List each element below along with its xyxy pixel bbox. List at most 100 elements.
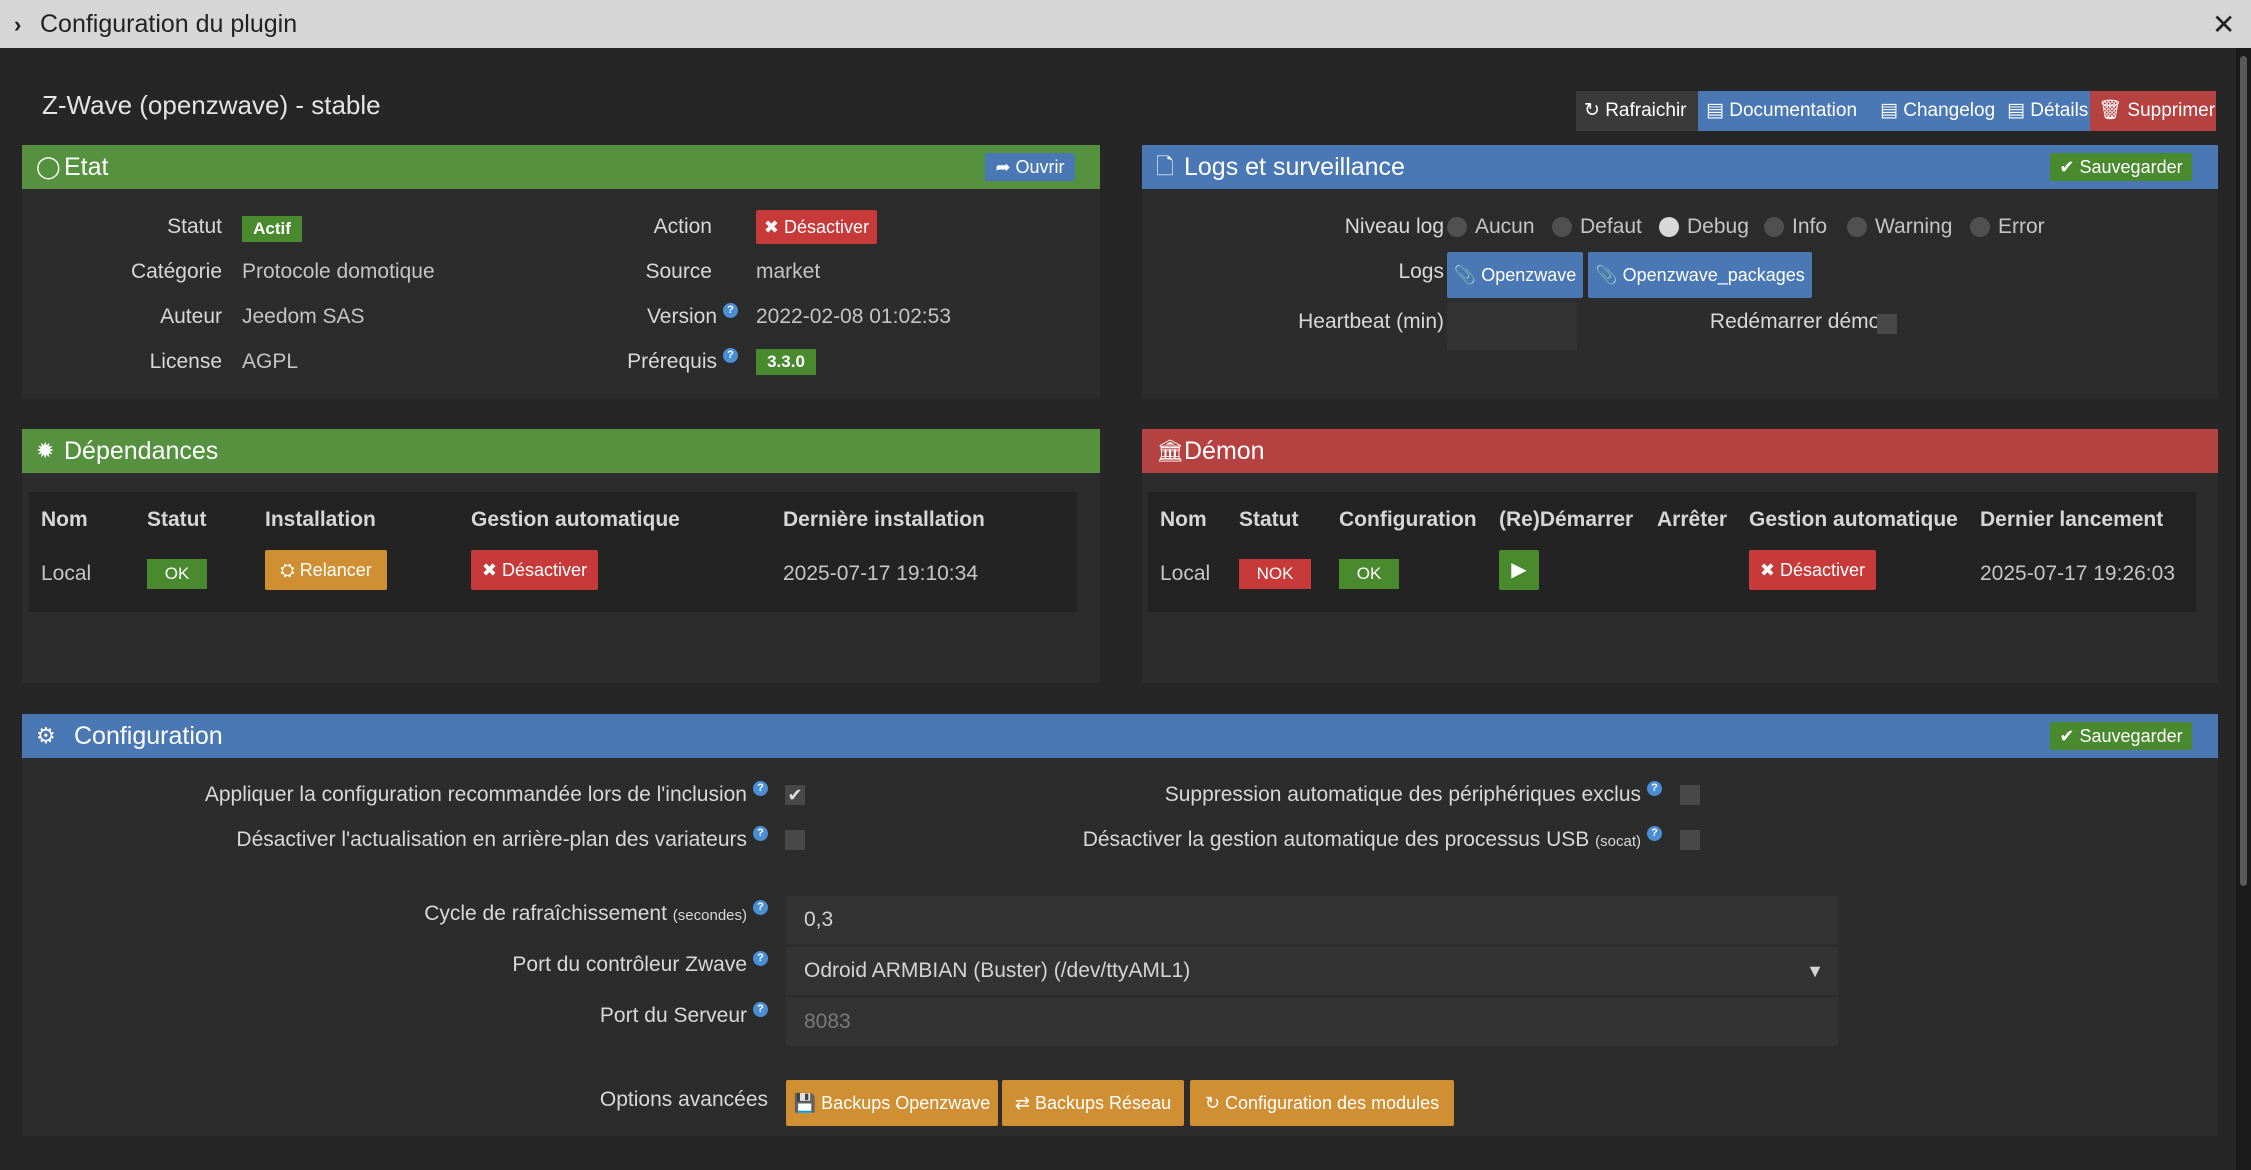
demon-statut-badge: NOK [1239,559,1311,589]
source-value: market [756,260,821,283]
opt-disable-refresh-checkbox[interactable] [785,830,805,850]
refresh-icon: ↻ [1204,1093,1220,1113]
radio-aucun[interactable] [1447,217,1467,237]
radio-warning[interactable] [1847,217,1867,237]
question-icon[interactable]: ? [753,900,768,915]
plugin-title: Z-Wave (openzwave) - stable [42,90,381,120]
config-modules-button[interactable]: ↻ Configuration des modules [1190,1080,1454,1126]
log-openzwave-button[interactable]: 📎 Openzwave [1447,252,1583,298]
col-statut: Statut [147,508,207,531]
x-icon: ✖ [763,217,780,237]
radio-error[interactable] [1970,217,1990,237]
dep-desactiver-button[interactable]: ✖ Désactiver [471,550,598,590]
col-redemarrer: (Re)Démarrer [1499,508,1634,531]
opt-usb-label: Désactiver la gestion automatique des pr… [922,826,1662,852]
university-icon: 🏛 [1156,438,1184,463]
dependances-panel: ✹ Dépendances Nom Statut Installation Ge… [22,429,1100,683]
window-title: Configuration du plugin [40,10,298,38]
version-value: 2022-02-08 01:02:53 [756,305,951,328]
question-icon[interactable]: ? [1647,826,1662,841]
restart-demon-checkbox[interactable] [1877,314,1897,334]
dependances-table: Nom Statut Installation Gestion automati… [29,492,1077,612]
heartbeat-input[interactable] [1447,302,1577,350]
port-select[interactable]: Odroid ARMBIAN (Buster) (/dev/ttyAML1) ▼ [786,947,1838,995]
col-derniere: Dernière installation [783,508,985,531]
question-icon[interactable]: ? [723,303,738,318]
certificate-icon: ✹ [36,438,55,463]
window-title-bar: › Configuration du plugin ✕ [0,0,2251,48]
scrollbar-thumb[interactable] [2240,56,2247,886]
cogs-icon: ⚙ [36,723,56,748]
etat-panel: ◯ Etat ➦ Ouvrir Statut Actif Catégorie P… [22,145,1100,399]
refresh-button[interactable]: ↻ Rafraichir [1576,91,1698,131]
documentation-button[interactable]: ▤ Documentation [1698,91,1872,131]
scrollbar[interactable] [2236,48,2251,1170]
level-info-label: Info [1792,215,1828,238]
paperclip-icon: 📎 [1453,265,1477,285]
categorie-label: Catégorie [130,260,222,283]
book-icon: ▤ [1706,100,1724,121]
action-label: Action [653,215,712,238]
level-defaut-label: Defaut [1580,215,1642,238]
opt-auto-delete-checkbox[interactable] [1680,785,1700,805]
cycle-input[interactable]: 0,3 [786,896,1838,944]
level-error-label: Error [1998,215,2045,238]
backups-reseau-button[interactable]: ⇄ Backups Réseau [1002,1080,1184,1126]
close-icon[interactable]: ✕ [2212,8,2235,41]
log-openzwave-packages-button[interactable]: 📎 Openzwave_packages [1588,252,1812,298]
dependances-header: ✹ Dépendances [22,429,1100,473]
question-icon[interactable]: ? [753,826,768,841]
dep-relancer-button[interactable]: ⛭ Relancer [265,550,387,590]
level-debug-label: Debug [1687,215,1749,238]
radio-defaut[interactable] [1552,217,1572,237]
level-warning-label: Warning [1875,215,1953,238]
prerequis-label: Prérequis? [542,348,738,374]
statut-label: Statut [167,215,222,238]
refresh-icon: ↻ [1584,100,1600,121]
open-button[interactable]: ➦ Ouvrir [985,153,1075,181]
col-gestion: Gestion automatique [1749,508,1958,531]
col-arreter: Arrêter [1657,508,1728,531]
auteur-value: Jeedom SAS [242,305,365,328]
demon-table: Nom Statut Configuration (Re)Démarrer Ar… [1148,492,2196,612]
license-value: AGPL [242,350,299,373]
deactivate-plugin-button[interactable]: ✖ Désactiver [756,210,877,244]
radio-info[interactable] [1764,217,1784,237]
question-icon[interactable]: ? [1647,781,1662,796]
version-label: Version? [542,303,738,329]
demon-desactiver-button[interactable]: ✖ Désactiver [1749,550,1876,590]
bicycle-icon: ⛭ [280,560,295,580]
shuffle-icon: ⇄ [1014,1093,1030,1113]
delete-button[interactable]: 🗑 Supprimer [2090,91,2216,131]
demon-start-button[interactable]: ▶ [1499,550,1539,590]
auteur-label: Auteur [160,305,222,328]
col-dernier: Dernier lancement [1980,508,2164,531]
circle-notch-icon: ◯ [36,154,61,179]
col-nom: Nom [1160,508,1207,531]
question-icon[interactable]: ? [753,781,768,796]
question-icon[interactable]: ? [753,1002,768,1017]
chevron-right-icon[interactable]: › [14,12,21,38]
demon-header: 🏛 Démon [1142,429,2218,473]
serveur-input[interactable]: 8083 [786,998,1838,1046]
check-icon: ✔ [787,785,803,805]
question-icon[interactable]: ? [723,348,738,363]
col-statut: Statut [1239,508,1299,531]
backups-openzwave-button[interactable]: 💾 Backups Openzwave [786,1080,998,1126]
config-save-button[interactable]: ✔ Sauvegarder [2050,722,2192,750]
demon-title: Démon [1184,437,1265,465]
changelog-button[interactable]: ▤ Changelog [1872,91,1999,131]
details-button[interactable]: ▤ Détails [1999,91,2090,131]
opt-usb-checkbox[interactable] [1680,830,1700,850]
play-icon: ▶ [1511,559,1527,581]
opt-apply-config-label: Appliquer la configuration recommandée l… [82,781,768,807]
share-icon: ➦ [995,157,1011,177]
port-label: Port du contrôleur Zwave? [82,951,768,977]
opt-apply-config-checkbox[interactable]: ✔ [785,785,805,805]
logs-save-button[interactable]: ✔ Sauvegarder [2050,153,2192,181]
etat-header: ◯ Etat ➦ Ouvrir [22,145,1100,189]
etat-title: Etat [64,153,109,181]
question-icon[interactable]: ? [753,951,768,966]
radio-debug[interactable] [1659,217,1679,237]
col-installation: Installation [265,508,376,531]
